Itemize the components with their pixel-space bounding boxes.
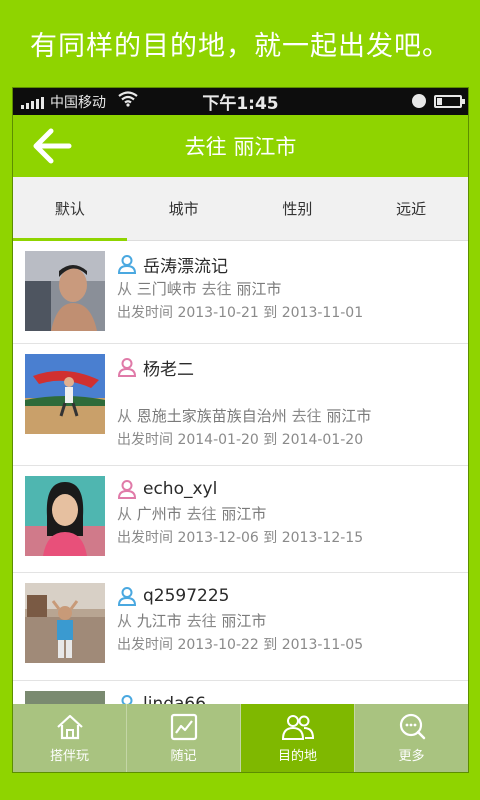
route-text: 从 恩施土家族苗族自治州 去往 丽江市: [117, 407, 372, 425]
back-arrow-icon: [33, 128, 72, 164]
nav-more[interactable]: 更多: [355, 704, 468, 772]
nav-notes[interactable]: 随记: [127, 704, 241, 772]
list-item[interactable]: q2597225 从 九江市 去往 丽江市 出发时间 2013-10-22 到 …: [13, 573, 468, 681]
traveler-name: echo_xyl: [143, 479, 218, 499]
nav-label: 随记: [170, 748, 197, 764]
tab-city[interactable]: 城市: [127, 177, 241, 240]
tagline: 有同样的目的地，就一起出发吧。: [30, 31, 450, 62]
avatar[interactable]: [25, 583, 105, 663]
status-bar: 中国移动 下午1:45: [13, 88, 468, 115]
route-text: 从 广州市 去往 丽江市: [117, 505, 267, 523]
date-range: 出发时间 2013-12-06 到 2013-12-15: [117, 530, 364, 546]
nav-label: 目的地: [277, 748, 317, 764]
page-title: 去往 丽江市: [184, 135, 297, 159]
nav-label: 更多: [398, 748, 425, 764]
filter-tabs: 默认 城市 性别 远近: [13, 177, 468, 241]
bottom-nav: 搭伴玩 随记 目的地 更多: [13, 704, 468, 772]
route-text: 从 九江市 去往 丽江市: [117, 612, 267, 630]
header-bar: 去往 丽江市: [13, 115, 468, 177]
male-user-icon: [117, 587, 137, 606]
home-icon: [56, 714, 83, 739]
nav-destination[interactable]: 目的地: [241, 704, 355, 772]
list-item[interactable]: echo_xyl 从 广州市 去往 丽江市 出发时间 2013-12-06 到 …: [13, 466, 468, 573]
tab-gender[interactable]: 性别: [241, 177, 355, 240]
route-text: 从 三门峡市 去往 丽江市: [117, 280, 282, 298]
status-time: 下午1:45: [202, 94, 279, 114]
search-chat-icon: [399, 713, 425, 739]
date-range: 出发时间 2013-10-21 到 2013-11-01: [117, 305, 364, 321]
battery-icon: [434, 95, 465, 108]
traveler-list: 岳涛漂流记 从 三门峡市 去往 丽江市 出发时间 2013-10-21 到 20…: [13, 241, 468, 771]
avatar[interactable]: [25, 251, 105, 331]
female-user-icon: [117, 358, 137, 377]
female-user-icon: [117, 480, 137, 499]
traveler-name: 岳涛漂流记: [143, 256, 228, 277]
back-button[interactable]: [31, 127, 75, 165]
people-icon: [281, 714, 314, 740]
avatar[interactable]: [25, 354, 105, 434]
traveler-name: q2597225: [143, 586, 230, 606]
nav-label: 搭伴玩: [49, 748, 89, 764]
tab-distance[interactable]: 远近: [354, 177, 468, 240]
phone-screen: 中国移动 下午1:45 去往 丽江市 默认 城市 性别 远近 岳涛漂流记 从 三…: [13, 88, 468, 772]
date-range: 出发时间 2013-10-22 到 2013-11-05: [117, 637, 364, 653]
nav-companion[interactable]: 搭伴玩: [13, 704, 127, 772]
list-item[interactable]: 杨老二 从 恩施土家族苗族自治州 去往 丽江市 出发时间 2014-01-20 …: [13, 344, 468, 466]
list-item[interactable]: 岳涛漂流记 从 三门峡市 去往 丽江市 出发时间 2013-10-21 到 20…: [13, 241, 468, 344]
chart-icon: [170, 713, 197, 740]
traveler-name: 杨老二: [143, 359, 194, 380]
tab-default[interactable]: 默认: [13, 177, 127, 241]
date-range: 出发时间 2014-01-20 到 2014-01-20: [117, 432, 364, 448]
male-user-icon: [117, 255, 137, 274]
alarm-icon: [412, 94, 426, 108]
avatar[interactable]: [25, 476, 105, 556]
